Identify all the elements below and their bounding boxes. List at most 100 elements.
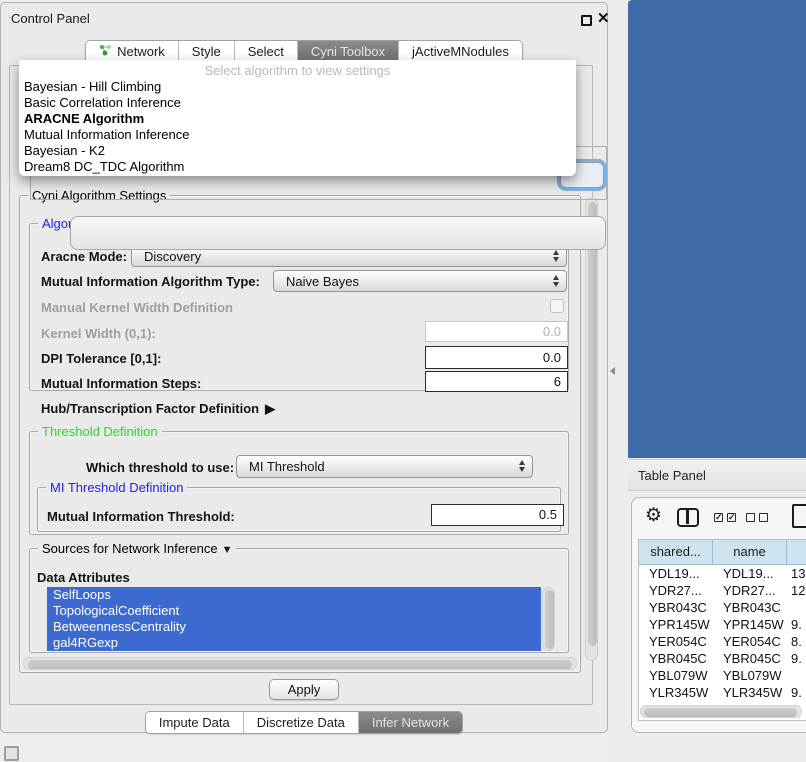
close-icon[interactable]: ✕	[597, 9, 610, 27]
mi-threshold-definition-title: MI Threshold Definition	[46, 480, 187, 495]
mi-threshold-label: Mutual Information Threshold:	[47, 509, 235, 525]
tab-jactivemnodules-label: jActiveMNodules	[412, 41, 509, 62]
dpi-tolerance-field[interactable]: 0.0	[425, 346, 568, 369]
kernel-width-field[interactable]: 0.0	[425, 321, 568, 342]
algorithm-option-dream8-dc-tdc-algorithm[interactable]: Dream8 DC_TDC Algorithm	[19, 159, 576, 175]
settings-vertical-scrollbar-thumb[interactable]	[588, 202, 597, 646]
table-row[interactable]: YLR345WYLR345W9.	[639, 684, 806, 701]
split-columns-icon[interactable]	[677, 508, 699, 527]
obscured-combo-fragment[interactable]	[70, 216, 606, 250]
table-row[interactable]: YER054CYER054C8.	[639, 633, 806, 650]
apply-button[interactable]: Apply	[269, 679, 339, 700]
table-row[interactable]: YBR045CYBR045C9.	[639, 650, 806, 667]
combo-arrows-icon	[553, 275, 559, 287]
mi-steps-field[interactable]: 6	[425, 371, 568, 392]
sources-toggle[interactable]: Sources for Network Inference ▼	[38, 541, 236, 558]
attribute-item-betweennesscentrality[interactable]: BetweennessCentrality	[47, 619, 541, 635]
attribute-item-gal4rgexp[interactable]: gal4RGexp	[47, 635, 541, 651]
panel-divider-collapse-arrow[interactable]	[610, 367, 615, 375]
table-horizontal-scrollbar[interactable]	[640, 705, 802, 718]
bottom-tab-discretize-data-label: Discretize Data	[257, 712, 345, 733]
table-row[interactable]: YPR145WYPR145W9.	[639, 616, 806, 633]
manual-kernel-width-checkbox[interactable]	[550, 299, 564, 313]
bottom-tab-impute-data-label: Impute Data	[159, 712, 230, 733]
which-threshold-select[interactable]: MI Threshold	[236, 455, 533, 478]
data-attributes-list: SelfLoopsTopologicalCoefficientBetweenne…	[47, 587, 541, 651]
table-panel-header: Table Panel	[628, 459, 806, 491]
tab-cyni-toolbox[interactable]: Cyni Toolbox	[297, 41, 398, 62]
collapsed-arrow-icon: ▶	[265, 401, 275, 417]
attributes-list-scrollbar[interactable]	[542, 587, 555, 651]
column-header-name[interactable]: name	[713, 540, 787, 564]
table-cell: YBR043C	[639, 599, 713, 616]
algorithm-option-basic-correlation-inference[interactable]: Basic Correlation Inference	[19, 95, 576, 111]
bottom-tab-infer-network[interactable]: Infer Network	[358, 712, 462, 733]
aracne-mode-value: Discovery	[144, 249, 201, 264]
table-cell: YER054C	[639, 633, 713, 650]
select-all-icon[interactable]: ✓ ✓	[714, 513, 736, 522]
hub-definition-label: Hub/Transcription Factor Definition	[41, 401, 259, 416]
settings-horizontal-scrollbar-thumb[interactable]	[28, 660, 572, 669]
algorithm-dropdown-list: Bayesian - Hill ClimbingBasic Correlatio…	[19, 79, 576, 175]
unchecked-box-icon	[759, 513, 768, 522]
table-cell	[787, 667, 806, 684]
bottom-tab-discretize-data[interactable]: Discretize Data	[243, 712, 358, 733]
control-panel: Control Panel ✕ Network Style SelectCyni T…	[0, 2, 608, 733]
table-row[interactable]: YBR043CYBR043C	[639, 599, 806, 616]
attribute-item-topologicalcoefficient[interactable]: TopologicalCoefficient	[47, 603, 541, 619]
settings-horizontal-scrollbar[interactable]	[23, 657, 577, 670]
table-row[interactable]: YDR27...YDR27...12	[639, 582, 806, 599]
tab-network[interactable]: Network	[86, 41, 178, 62]
mi-algorithm-type-select[interactable]: Naive Bayes	[273, 270, 567, 292]
table-row[interactable]: YBL079WYBL079W	[639, 667, 806, 684]
control-panel-title: Control Panel	[11, 11, 90, 26]
checked-box-icon: ✓	[727, 513, 736, 522]
file-icon[interactable]	[792, 504, 806, 528]
table-cell	[787, 599, 806, 616]
algorithm-dropdown-placeholder: Select algorithm to view settings	[19, 62, 576, 79]
data-attributes-label: Data Attributes	[37, 570, 130, 586]
mi-steps-label: Mutual Information Steps:	[41, 376, 201, 392]
gear-icon[interactable]: ⚙	[645, 504, 662, 527]
tab-select[interactable]: Select	[234, 41, 297, 62]
combo-arrows-icon	[519, 460, 525, 472]
table-cell: YDL19...	[713, 565, 787, 582]
sources-title: Sources for Network Inference	[42, 541, 218, 556]
table-row[interactable]: YDL19...YDL19...13	[639, 565, 806, 582]
float-window-icon[interactable]	[581, 15, 592, 26]
table-panel-title: Table Panel	[638, 460, 706, 492]
table-cell: 12	[787, 582, 806, 599]
table-cell: 9.	[787, 650, 806, 667]
dock-widget-icon[interactable]	[4, 746, 19, 761]
network-icon	[99, 41, 112, 62]
bottom-tab-impute-data[interactable]: Impute Data	[146, 712, 243, 733]
combo-arrows-icon	[553, 250, 559, 262]
hub-definition-toggle[interactable]: Hub/Transcription Factor Definition ▶	[41, 401, 275, 417]
threshold-definition-title: Threshold Definition	[38, 424, 162, 439]
column-header-a[interactable]: A	[787, 540, 806, 564]
table-cell: YBR045C	[713, 650, 787, 667]
algorithm-option-mutual-information-inference[interactable]: Mutual Information Inference	[19, 127, 576, 143]
mi-threshold-field[interactable]: 0.5	[431, 504, 564, 526]
expanded-arrow-icon: ▼	[222, 544, 233, 556]
which-threshold-value: MI Threshold	[249, 459, 325, 474]
deselect-all-icon[interactable]	[746, 513, 768, 522]
table-cell: 8.	[787, 633, 806, 650]
algorithm-option-bayesian-k2[interactable]: Bayesian - K2	[19, 143, 576, 159]
table-cell: YBL079W	[713, 667, 787, 684]
tab-style[interactable]: Style	[178, 41, 234, 62]
column-header-shared[interactable]: shared...	[639, 540, 713, 564]
table-horizontal-scrollbar-thumb[interactable]	[644, 708, 797, 717]
attribute-item-selfloops[interactable]: SelfLoops	[47, 587, 541, 603]
tab-jactivemnodules[interactable]: jActiveMNodules	[398, 41, 522, 62]
attributes-list-scrollbar-thumb[interactable]	[545, 590, 554, 649]
algorithm-option-aracne-algorithm[interactable]: ARACNE Algorithm	[19, 111, 576, 127]
table-cell: YLR345W	[639, 684, 713, 701]
dpi-tolerance-label: DPI Tolerance [0,1]:	[41, 351, 161, 367]
tab-style-label: Style	[192, 41, 221, 62]
table-cell: YPR145W	[713, 616, 787, 633]
algorithm-option-bayesian-hill-climbing[interactable]: Bayesian - Hill Climbing	[19, 79, 576, 95]
table-cell: YPR145W	[639, 616, 713, 633]
settings-vertical-scrollbar[interactable]	[585, 197, 598, 661]
bottom-tab-bar: Impute Data Discretize Data Infer Network	[1, 711, 607, 734]
